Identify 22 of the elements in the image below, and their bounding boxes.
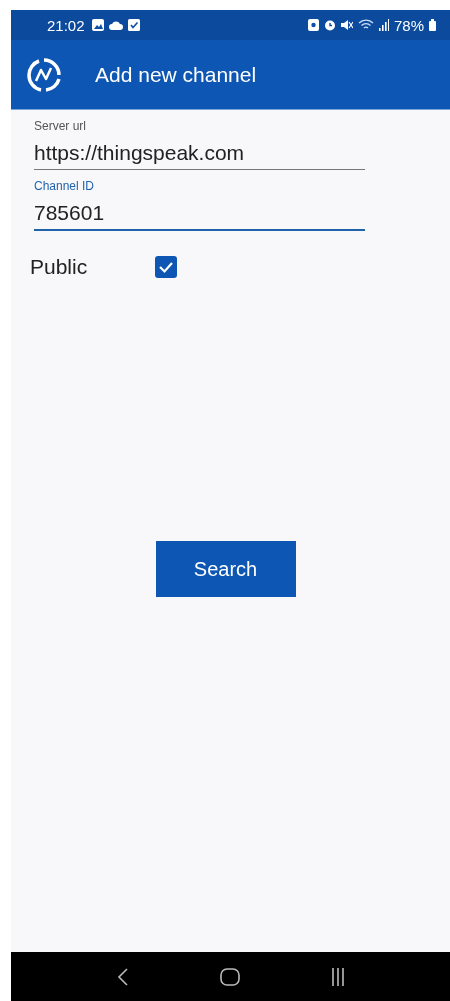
battery-percent: 78%	[393, 16, 424, 34]
checkbox[interactable]	[155, 256, 177, 278]
back-icon	[116, 966, 129, 987]
recents-icon	[330, 967, 345, 986]
home-icon	[219, 966, 240, 987]
checkbox-icon	[127, 19, 140, 31]
mute-icon	[340, 19, 353, 31]
field-label: Server url	[34, 119, 87, 135]
app-title: Add new channel	[95, 62, 257, 87]
status-time: 21:02	[47, 16, 85, 34]
search-button[interactable]: Search	[155, 541, 296, 597]
wifi-icon	[357, 19, 374, 31]
battery-icon	[429, 19, 436, 31]
input-field[interactable]: https://thingspeak.com	[34, 136, 365, 170]
signal-icon	[378, 19, 389, 31]
cloud-icon	[108, 20, 123, 30]
checkbox-label: Public	[30, 255, 89, 279]
logo-icon	[26, 56, 62, 93]
image-icon	[91, 19, 104, 31]
input-field[interactable]: 785601	[34, 196, 365, 231]
alarm-icon	[323, 19, 336, 31]
field-label: Channel ID	[34, 179, 96, 195]
